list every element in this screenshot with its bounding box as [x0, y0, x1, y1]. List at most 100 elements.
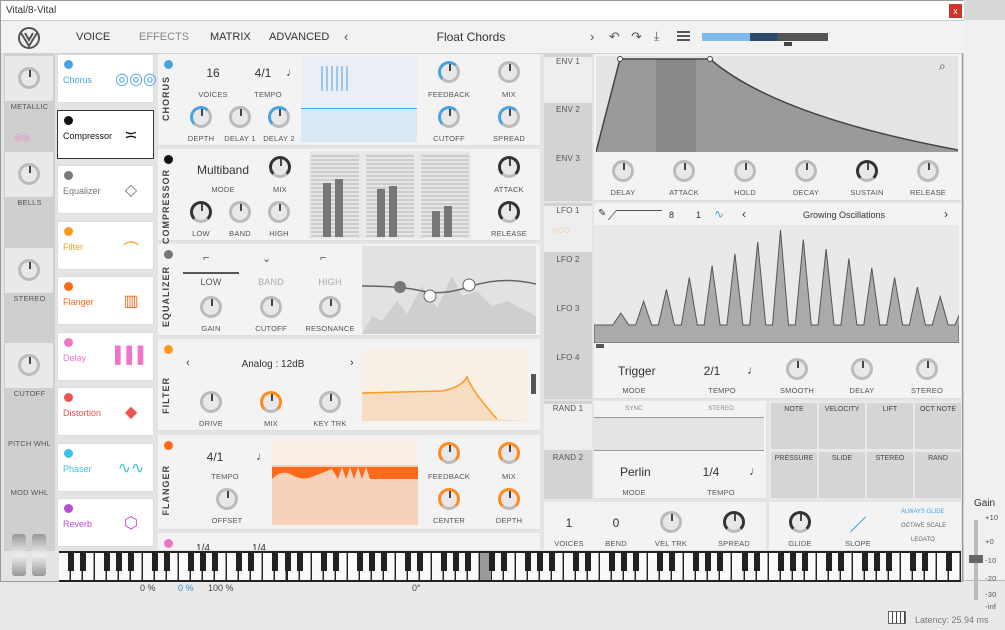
piano-black-key[interactable]: [368, 553, 375, 571]
piano-black-key[interactable]: [104, 553, 111, 571]
lfo-grid-x[interactable]: 8: [669, 210, 674, 220]
piano-black-key[interactable]: [777, 553, 784, 571]
mod-source-rand[interactable]: RAND: [915, 452, 961, 498]
delay-left-tempo[interactable]: 1/4: [188, 543, 218, 550]
piano-black-key[interactable]: [488, 553, 495, 571]
piano-black-key[interactable]: [356, 553, 363, 571]
fx-enable-toggle[interactable]: [64, 115, 73, 125]
fx-enable-toggle[interactable]: [64, 504, 73, 513]
voices-value[interactable]: 1: [554, 516, 584, 530]
piano-black-key[interactable]: [825, 553, 832, 571]
volume-meter[interactable]: [702, 33, 828, 41]
lfo-tempo-value[interactable]: 2/1: [697, 364, 727, 378]
env-decay-knob[interactable]: [795, 160, 817, 182]
glide-option-legato[interactable]: LEGATO: [911, 537, 935, 543]
piano-black-key[interactable]: [200, 553, 207, 571]
macro-3-knob-area[interactable]: [5, 248, 53, 293]
piano-black-key[interactable]: [272, 553, 279, 571]
fx-enable-toggle[interactable]: [64, 282, 73, 291]
flanger-offset-knob[interactable]: [216, 488, 238, 510]
piano-black-key[interactable]: [669, 553, 676, 571]
filter-response-display[interactable]: [362, 349, 528, 421]
piano-black-key[interactable]: [416, 553, 423, 571]
pitch-wheel[interactable]: [12, 534, 26, 576]
piano-black-key[interactable]: [464, 553, 471, 571]
preset-name[interactable]: Float Chords: [391, 30, 551, 44]
lfo-smooth-knob[interactable]: [786, 358, 808, 380]
fx-slot-compressor[interactable]: Compressor ≍: [57, 109, 154, 159]
compressor-attack-knob[interactable]: [498, 156, 520, 178]
piano-black-key[interactable]: [549, 553, 556, 571]
macro-1-knob-area[interactable]: [5, 56, 53, 101]
lfo-display[interactable]: [594, 225, 959, 343]
piano-black-key[interactable]: [537, 553, 544, 571]
vel-trk-knob[interactable]: [660, 511, 682, 533]
macro-2-knob-area[interactable]: [5, 152, 53, 197]
piano-black-key[interactable]: [380, 553, 387, 571]
lfo-1-mod-icon[interactable]: ◌◌◌: [552, 225, 570, 236]
flanger-center-knob[interactable]: [438, 488, 460, 510]
eq-low-shape-icon[interactable]: ⌐: [203, 252, 209, 264]
flanger-enable-toggle[interactable]: [164, 441, 173, 450]
piano-black-key[interactable]: [717, 553, 724, 571]
glide-option-octave[interactable]: OCTAVE SCALE: [901, 523, 946, 529]
eq-tab-high[interactable]: HIGH: [310, 277, 350, 287]
chorus-depth-knob[interactable]: [190, 106, 212, 128]
delay-enable-toggle[interactable]: [164, 539, 173, 548]
menu-icon[interactable]: [677, 31, 690, 41]
fx-enable-toggle[interactable]: [64, 226, 73, 236]
piano-black-key[interactable]: [80, 553, 87, 571]
preset-prev-icon[interactable]: ‹: [344, 29, 348, 44]
rand-mode-value[interactable]: Perlin: [620, 465, 651, 479]
fx-enable-toggle[interactable]: [64, 171, 73, 180]
piano-black-key[interactable]: [753, 553, 760, 571]
tab-effects[interactable]: EFFECTS: [139, 31, 189, 43]
chorus-delay1-knob[interactable]: [229, 106, 251, 128]
env-tab-1[interactable]: ENV 1: [544, 57, 592, 103]
lfo-grid-y[interactable]: 1: [696, 210, 701, 220]
mod-source-pressure[interactable]: PRESSURE: [771, 452, 817, 498]
eq-high-shape-icon[interactable]: ⌐: [320, 252, 326, 264]
piano-black-key[interactable]: [693, 553, 700, 571]
keyboard[interactable]: [59, 551, 961, 582]
compressor-low-knob[interactable]: [190, 201, 212, 223]
piano-black-key[interactable]: [248, 553, 255, 571]
flanger-display[interactable]: [272, 439, 418, 525]
macro-1-mod-icon[interactable]: ◎◎: [14, 132, 40, 142]
piano-black-key[interactable]: [921, 553, 928, 571]
piano-black-key[interactable]: [284, 553, 291, 571]
piano-black-key[interactable]: [296, 553, 303, 571]
eq-tab-band[interactable]: BAND: [251, 277, 291, 287]
fx-slot-flanger[interactable]: Flanger ▥: [57, 276, 154, 325]
tab-matrix[interactable]: MATRIX: [210, 31, 251, 43]
mod-source-velocity[interactable]: VELOCITY: [819, 403, 865, 449]
lfo-tab-4[interactable]: LFO 4: [544, 353, 592, 362]
piano-black-key[interactable]: [801, 553, 808, 571]
filter-mix-knob[interactable]: [260, 391, 282, 413]
env-release-knob[interactable]: [917, 160, 939, 182]
mod-wheel[interactable]: [32, 534, 46, 576]
fx-enable-toggle[interactable]: [64, 393, 73, 402]
preset-next-icon[interactable]: ›: [590, 29, 594, 44]
slope-control[interactable]: [849, 516, 867, 533]
tab-voice[interactable]: VOICE: [76, 31, 110, 43]
piano-black-key[interactable]: [164, 553, 171, 571]
filter-drive-knob[interactable]: [200, 391, 222, 413]
compressor-band-display[interactable]: [309, 151, 471, 239]
piano-black-key[interactable]: [873, 553, 880, 571]
piano-black-key[interactable]: [789, 553, 796, 571]
fx-enable-toggle[interactable]: [64, 337, 73, 347]
macro-4-knob-area[interactable]: [5, 343, 53, 388]
chorus-voices-value[interactable]: 16: [198, 66, 228, 80]
compressor-band-knob[interactable]: [229, 201, 251, 223]
chorus-sync-icon[interactable]: ♩: [286, 65, 298, 79]
flanger-sync-icon[interactable]: ♩: [256, 449, 268, 463]
mod-source-slide[interactable]: SLIDE: [819, 452, 865, 498]
piano-black-key[interactable]: [573, 553, 580, 571]
env-tab-3[interactable]: ENV 3: [544, 154, 592, 163]
piano-black-key[interactable]: [332, 553, 339, 571]
piano-black-key[interactable]: [657, 553, 664, 571]
piano-black-key[interactable]: [633, 553, 640, 571]
chorus-spread-knob[interactable]: [498, 106, 520, 128]
piano-black-key[interactable]: [705, 553, 712, 571]
